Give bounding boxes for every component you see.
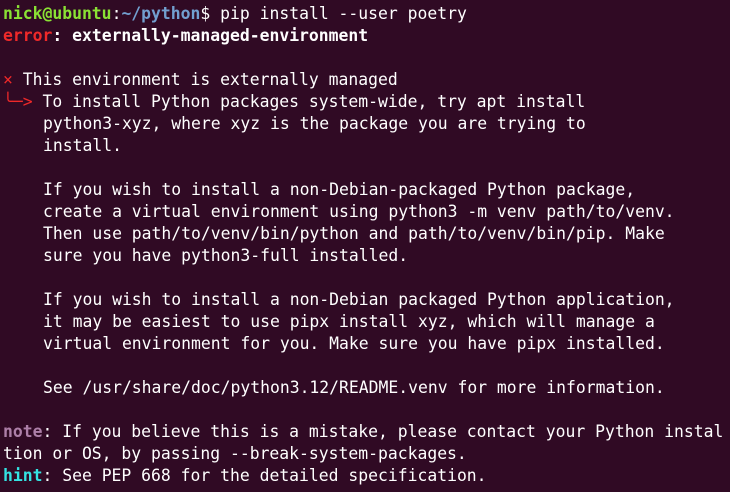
- managed-detail-line-0: ╰─> To install Python packages system-wi…: [3, 91, 730, 113]
- note-label: note: [3, 422, 43, 441]
- managed-detail-line-3: [3, 157, 730, 179]
- managed-detail-line-13: See /usr/share/doc/python3.12/README.ven…: [43, 378, 665, 397]
- command-text: pip install --user poetry: [220, 4, 467, 23]
- arrow-icon: ╰─>: [3, 92, 33, 111]
- managed-detail-line-10: it may be easiest to use pipx install xy…: [43, 312, 655, 331]
- note-line-1: note: If you believe this is a mistake, …: [3, 421, 730, 443]
- hint-label: hint: [3, 466, 43, 485]
- managed-detail-line-2: install.: [43, 136, 122, 155]
- prompt-separator: :: [111, 4, 122, 23]
- managed-detail-line-6: Then use path/to/venv/bin/python and pat…: [43, 224, 665, 243]
- managed-detail-line-5: create a virtual environment using pytho…: [43, 202, 675, 221]
- managed-text-0: To install Python packages system-wide, …: [32, 92, 586, 111]
- note-line-2: tion or OS, by passing --break-system-pa…: [3, 444, 467, 463]
- managed-detail-line-12: [3, 355, 730, 377]
- managed-detail-line-8: [3, 267, 730, 289]
- prompt-path: ~/python: [121, 4, 201, 23]
- error-label: error: [3, 26, 53, 45]
- error-line: error: externally-managed-environment: [3, 25, 730, 47]
- managed-title: This environment is externally managed: [12, 70, 398, 89]
- terminal-window[interactable]: nick@ubuntu:~/python$ pip install --user…: [0, 0, 730, 492]
- cross-icon: ×: [3, 70, 13, 89]
- error-message: externally-managed-environment: [72, 26, 369, 45]
- prompt-user-host: nick@ubuntu: [3, 4, 112, 23]
- managed-detail-line-7: sure you have python3-full installed.: [43, 246, 409, 265]
- managed-title-line: × This environment is externally managed: [3, 69, 730, 91]
- hint-line: hint: See PEP 668 for the detailed speci…: [3, 465, 730, 487]
- managed-detail-line-1: python3-xyz, where xyz is the package yo…: [43, 114, 586, 133]
- managed-detail-line-11: virtual environment for you. Make sure y…: [43, 334, 665, 353]
- managed-detail-line-4: If you wish to install a non-Debian-pack…: [43, 180, 636, 199]
- prompt-symbol: $: [200, 4, 221, 23]
- hint-text: : See PEP 668 for the detailed specifica…: [42, 466, 487, 485]
- note-text-1: : If you believe this is a mistake, plea…: [42, 422, 724, 441]
- command-line: nick@ubuntu:~/python$ pip install --user…: [3, 3, 730, 25]
- managed-detail-line-9: If you wish to install a non-Debian pack…: [43, 290, 675, 309]
- error-sep: :: [52, 26, 73, 45]
